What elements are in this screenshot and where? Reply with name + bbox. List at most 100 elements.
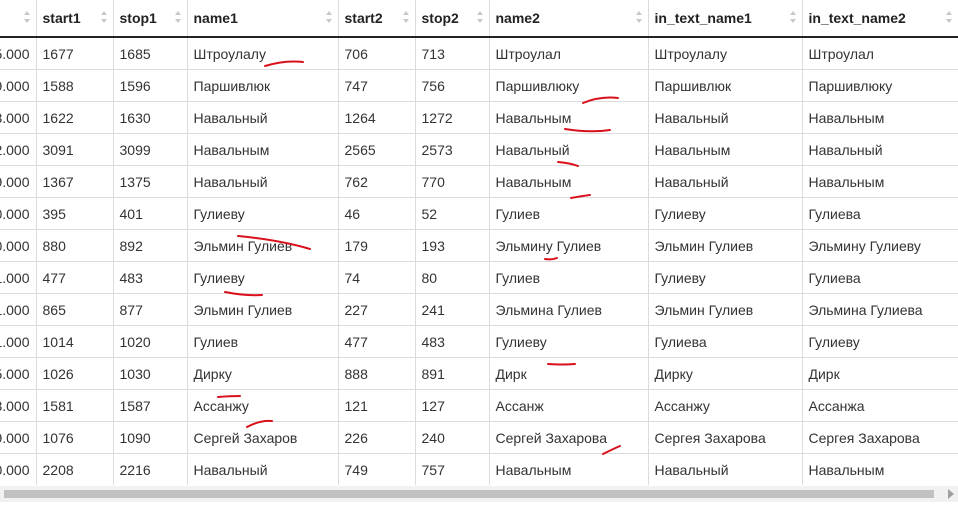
table-row[interactable]: 0.000 2208 2216 Навальный 749 757 Навальным Нав…: [0, 453, 958, 485]
table-cell-start1: 3091: [36, 133, 114, 166]
table-cell-rowid: 5.000: [0, 37, 37, 70]
cell-text: Навальный: [654, 109, 729, 126]
cell-text: 762: [344, 173, 368, 190]
table-row[interactable]: 0.000 880 892 Эльмин Гулиев 179 193 Эльмину Гу…: [0, 229, 958, 262]
table-body: 5.000 1677 1685 Штроулалу 706 713 Штроулал Штро…: [0, 37, 958, 485]
table-cell-name1: Гулиеву: [187, 261, 339, 294]
table-cell-name1: Ассанжу: [187, 389, 339, 422]
table-row[interactable]: 9.000 1367 1375 Навальный 762 770 Навальным Нав…: [0, 165, 958, 198]
cell-text: 877: [119, 301, 143, 318]
table-row[interactable]: 1.000 477 483 Гулиеву 74 80 Гулиев Гулиеву Гулие…: [0, 261, 958, 294]
table-cell-start2: 477: [338, 325, 416, 358]
cell-text: 3.000: [0, 109, 30, 126]
table-row[interactable]: 3.000 1622 1630 Навальный 1264 1272 Навальным Н…: [0, 101, 958, 134]
cell-text: 3091: [42, 141, 74, 158]
sort-arrows-icon[interactable]: [100, 9, 108, 25]
cell-text: Штроулал: [808, 45, 874, 62]
cell-text: 1375: [119, 173, 151, 190]
table-row[interactable]: 3.000 1581 1587 Ассанжу 121 127 Ассанж Ассанжу А…: [0, 389, 958, 422]
table-cell-name1: Штроулалу: [187, 37, 339, 70]
table-cell-in_text_name2: Сергея Захарова: [802, 421, 958, 454]
table-cell-in_text_name2: Эльмина Гулиева: [802, 293, 958, 326]
cell-text: Паршивлюку: [808, 77, 893, 94]
sort-arrows-icon[interactable]: [635, 9, 643, 25]
cell-text: 1622: [42, 109, 74, 126]
table-cell-in_text_name2: Дирк: [802, 357, 958, 390]
table-cell-name2: Эльмина Гулиев: [489, 293, 649, 326]
table-row[interactable]: 9.000 1588 1596 Паршивлюк 747 756 Паршивлюку Па…: [0, 69, 958, 102]
sort-arrows-icon[interactable]: [23, 9, 31, 25]
cell-text: Гулиева: [808, 205, 861, 222]
cell-text: 865: [42, 301, 66, 318]
column-header-stop2[interactable]: stop2: [415, 0, 490, 38]
column-header-stop1[interactable]: stop1: [113, 0, 188, 38]
cell-text: 891: [421, 365, 445, 382]
cell-text: Эльмину Гулиеву: [808, 237, 921, 254]
column-header-name2[interactable]: name2: [489, 0, 649, 38]
table-cell-stop2: 713: [415, 37, 490, 70]
cell-text: Эльмин Гулиев: [654, 237, 754, 254]
table-row[interactable]: 9.000 1076 1090 Сергей Захаров 226 240 Сергей …: [0, 421, 958, 454]
cell-text: Навальным: [495, 109, 572, 126]
table-header-row: start1 stop1 name1 start2 stop2 name2 in_text_…: [0, 0, 958, 38]
cell-text: 1685: [119, 45, 151, 62]
column-header-in_text_name1[interactable]: in_text_name1: [648, 0, 803, 38]
horizontal-scrollbar[interactable]: [0, 486, 958, 502]
table-row[interactable]: 0.000 395 401 Гулиеву 46 52 Гулиев Гулиеву Гулие…: [0, 197, 958, 230]
table-cell-stop1: 1587: [113, 389, 188, 422]
column-header-label: name1: [193, 10, 238, 26]
table-row[interactable]: 2.000 3091 3099 Навальным 2565 2573 Навальный Н…: [0, 133, 958, 166]
table-cell-rowid: 1.000: [0, 261, 37, 294]
table-row[interactable]: 1.000 865 877 Эльмин Гулиев 227 241 Эльмина Гу…: [0, 293, 958, 326]
table-cell-start2: 121: [338, 389, 416, 422]
cell-text: 770: [421, 173, 445, 190]
scrollbar-thumb[interactable]: [4, 490, 934, 498]
cell-text: Навальным: [654, 141, 731, 158]
column-header-start2[interactable]: start2: [338, 0, 416, 38]
table-row[interactable]: 1.000 1014 1020 Гулиев 477 483 Гулиеву Гулиева Г…: [0, 325, 958, 358]
data-table-viewport: start1 stop1 name1 start2 stop2 name2 in_text_…: [0, 0, 958, 486]
sort-arrows-icon[interactable]: [945, 9, 953, 25]
column-header-label: in_text_name2: [808, 10, 906, 26]
table-cell-start1: 2208: [36, 453, 114, 485]
column-header-start1[interactable]: start1: [36, 0, 114, 38]
cell-text: 2208: [42, 461, 74, 478]
sort-arrows-icon[interactable]: [789, 9, 797, 25]
table-cell-rowid: 1.000: [0, 293, 37, 326]
table-cell-start2: 226: [338, 421, 416, 454]
cell-text: 9.000: [0, 77, 30, 94]
cell-text: 1677: [42, 45, 74, 62]
cell-text: 241: [421, 301, 445, 318]
table-row[interactable]: 5.000 1026 1030 Дирку 888 891 Дирк Дирку Дирк: [0, 357, 958, 390]
table-cell-stop1: 877: [113, 293, 188, 326]
sort-arrows-icon[interactable]: [402, 9, 410, 25]
table-cell-start2: 74: [338, 261, 416, 294]
table-cell-stop1: 483: [113, 261, 188, 294]
cell-text: 483: [421, 333, 445, 350]
table-cell-stop1: 1596: [113, 69, 188, 102]
sort-arrows-icon[interactable]: [174, 9, 182, 25]
column-header-in_text_name2[interactable]: in_text_name2: [802, 0, 958, 38]
table-cell-stop2: 80: [415, 261, 490, 294]
cell-text: 9.000: [0, 429, 30, 446]
table-cell-name2: Ассанж: [489, 389, 649, 422]
cell-text: Эльмин Гулиев: [193, 301, 293, 318]
table-cell-start1: 1014: [36, 325, 114, 358]
cell-text: 52: [421, 205, 438, 222]
cell-text: 1630: [119, 109, 151, 126]
table-cell-stop2: 891: [415, 357, 490, 390]
cell-text: 5.000: [0, 45, 30, 62]
scroll-right-arrow-icon[interactable]: [948, 489, 954, 499]
cell-text: Навальный: [193, 109, 268, 126]
table-row[interactable]: 5.000 1677 1685 Штроулалу 706 713 Штроулал Штро…: [0, 37, 958, 70]
column-header-name1[interactable]: name1: [187, 0, 339, 38]
cell-text: Эльмин Гулиев: [193, 237, 293, 254]
sort-arrows-icon[interactable]: [325, 9, 333, 25]
sort-arrows-icon[interactable]: [476, 9, 484, 25]
table-cell-name1: Навальный: [187, 453, 339, 485]
column-header-rowid[interactable]: [0, 0, 37, 38]
cell-text: Гулиеву: [495, 333, 547, 350]
table-cell-start2: 749: [338, 453, 416, 485]
table-cell-name1: Эльмин Гулиев: [187, 293, 339, 326]
table-cell-rowid: 0.000: [0, 229, 37, 262]
